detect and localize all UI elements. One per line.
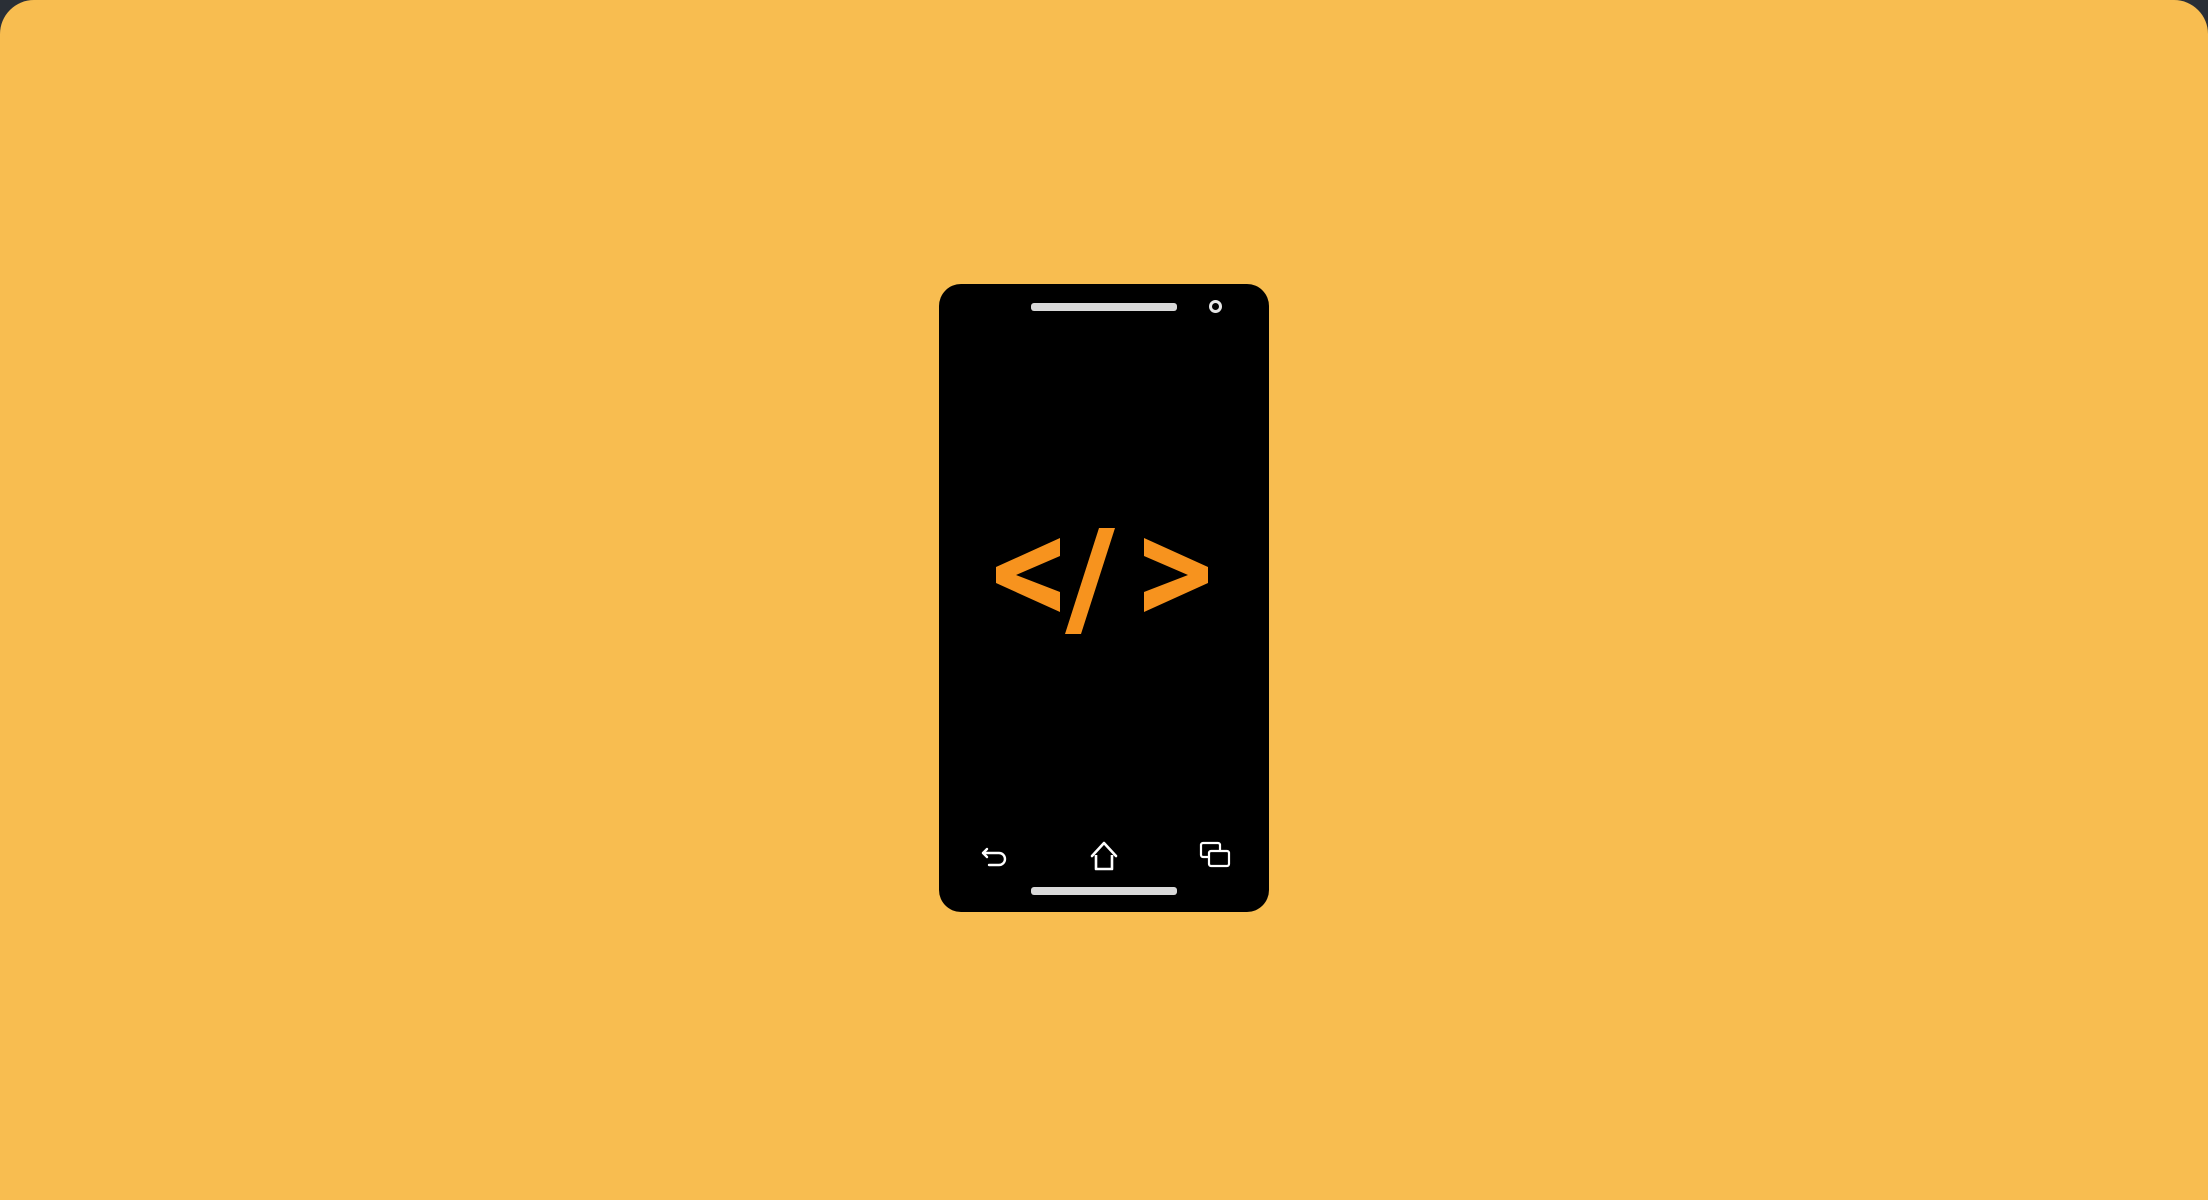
recent-apps-icon[interactable]	[1198, 839, 1232, 873]
phone-illustration	[939, 284, 1269, 912]
home-icon[interactable]	[1087, 839, 1121, 873]
camera-icon	[1209, 300, 1222, 313]
corner-mark	[0, 0, 8, 8]
left-angle-bracket	[996, 538, 1060, 612]
back-icon[interactable]	[979, 839, 1013, 873]
home-indicator-bar	[1031, 887, 1177, 895]
slash	[1065, 528, 1115, 634]
right-angle-bracket	[1144, 538, 1208, 612]
code-brackets-icon	[996, 528, 1208, 634]
phone-speaker	[1031, 303, 1177, 311]
app-background	[0, 0, 2208, 1200]
